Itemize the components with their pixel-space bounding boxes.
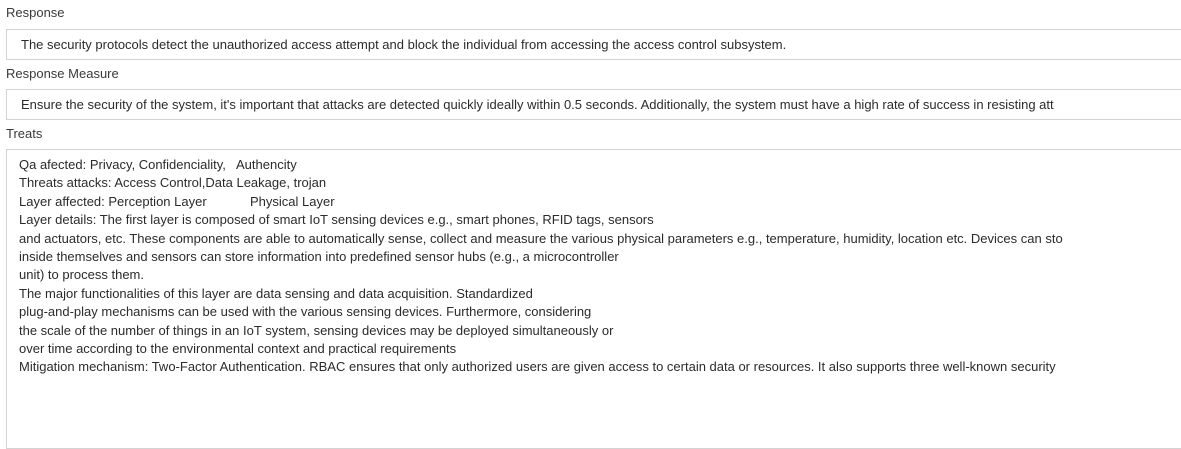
response-measure-label: Response Measure xyxy=(6,66,119,81)
treats-line: Layer affected: Perception Layer Physica… xyxy=(19,193,335,209)
treats-line: and actuators, etc. These components are… xyxy=(19,230,1063,246)
treats-line: over time according to the environmental… xyxy=(19,341,457,357)
response-field[interactable]: The security protocols detect the unauth… xyxy=(6,29,1181,60)
treats-line: plug-and-play mechanisms can be used wit… xyxy=(19,304,592,320)
treats-textarea[interactable]: Qa afected: Privacy, Confidenciality, Au… xyxy=(6,149,1181,449)
treats-line: Mitigation mechanism: Two-Factor Authent… xyxy=(19,359,1056,375)
treats-line: Threats attacks: Access Control,Data Lea… xyxy=(19,175,327,191)
response-value: The security protocols detect the unauth… xyxy=(21,37,787,52)
treats-line: Qa afected: Privacy, Confidenciality, Au… xyxy=(19,157,297,172)
treats-line: The major functionalities of this layer … xyxy=(19,285,533,301)
response-label: Response xyxy=(6,5,65,20)
treats-lines: Qa afected: Privacy, Confidenciality, Au… xyxy=(19,156,1063,377)
treats-line: unit) to process them. xyxy=(19,267,144,283)
response-measure-value: Ensure the security of the system, it's … xyxy=(21,97,1054,112)
treats-line: Layer details: The first layer is compos… xyxy=(19,212,654,228)
treats-label: Treats xyxy=(6,126,43,141)
treats-line: inside themselves and sensors can store … xyxy=(19,249,619,265)
response-measure-field[interactable]: Ensure the security of the system, it's … xyxy=(6,89,1181,120)
treats-line: the scale of the number of things in an … xyxy=(19,322,614,338)
